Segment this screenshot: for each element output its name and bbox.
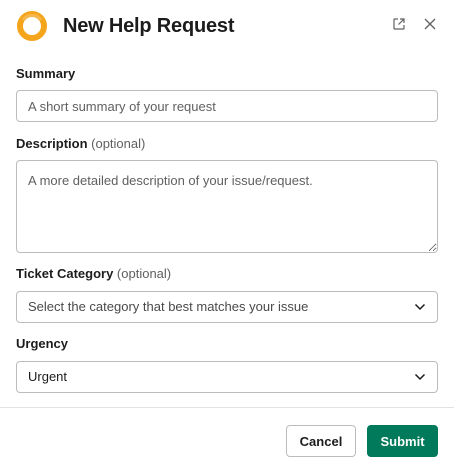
ticket-category-placeholder: Select the category that best matches yo… — [28, 299, 309, 314]
description-textarea[interactable] — [16, 160, 438, 253]
description-label-text: Description — [16, 136, 88, 151]
chevron-down-icon — [414, 301, 426, 313]
close-icon — [424, 17, 436, 35]
summary-label: Summary — [16, 66, 75, 82]
modal-title: New Help Request — [63, 15, 235, 37]
urgency-select[interactable]: Urgent — [16, 361, 438, 393]
description-label: Description (optional) — [16, 136, 145, 152]
ticket-category-select[interactable]: Select the category that best matches yo… — [16, 291, 438, 323]
cancel-button[interactable]: Cancel — [286, 425, 356, 457]
urgency-selected-value: Urgent — [28, 369, 68, 384]
open-in-new-window-button[interactable] — [389, 16, 409, 36]
submit-button[interactable]: Submit — [367, 425, 438, 457]
urgency-label: Urgency — [16, 336, 68, 352]
summary-label-text: Summary — [16, 66, 76, 81]
close-button[interactable] — [420, 16, 440, 36]
chevron-down-icon — [414, 371, 426, 383]
footer-divider — [0, 407, 454, 408]
help-request-modal: New Help Request Summary Description (op… — [0, 0, 454, 474]
urgency-label-text: Urgency — [16, 336, 69, 351]
modal-header: New Help Request — [0, 0, 454, 54]
orange-ring-logo-icon — [16, 10, 48, 42]
external-link-icon — [392, 17, 406, 36]
optional-tag: (optional) — [91, 136, 146, 151]
ticket-category-label: Ticket Category (optional) — [16, 266, 171, 282]
ticket-category-label-text: Ticket Category — [16, 266, 114, 281]
optional-tag: (optional) — [116, 266, 172, 281]
summary-input[interactable] — [16, 90, 438, 122]
